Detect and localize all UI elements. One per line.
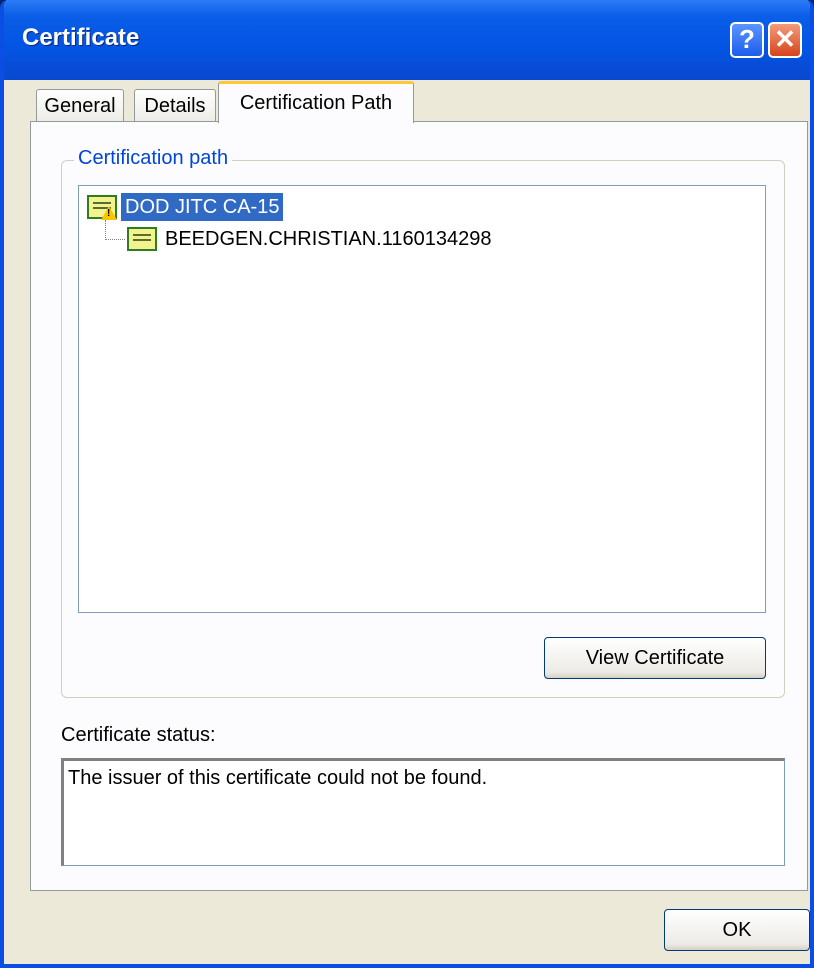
certificate-warning-icon xyxy=(87,195,117,220)
help-button[interactable]: ? xyxy=(730,22,764,58)
certificate-dialog: Certificate ? ✕ General Details Certific… xyxy=(0,0,814,968)
tree-connector xyxy=(105,239,125,240)
tab-panel: Certification path DOD JITC CA-15 BEEDGE… xyxy=(30,121,808,891)
window-title: Certificate xyxy=(22,24,140,51)
title-bar[interactable]: Certificate ? ✕ xyxy=(4,0,810,80)
tab-details[interactable]: Details xyxy=(134,89,216,123)
certificate-status-label: Certificate status: xyxy=(61,724,216,746)
tree-node-root-label: DOD JITC CA-15 xyxy=(121,193,284,221)
certificate-status-box[interactable]: The issuer of this certificate could not… xyxy=(61,758,785,866)
certificate-icon xyxy=(127,227,157,251)
tree-node-root[interactable]: DOD JITC CA-15 xyxy=(87,192,284,222)
tree-node-child-label: BEEDGEN.CHRISTIAN.1160134298 xyxy=(165,228,492,250)
certification-path-group: Certification path DOD JITC CA-15 BEEDGE… xyxy=(61,147,785,698)
certificate-status-text: The issuer of this certificate could not… xyxy=(68,767,488,789)
close-button[interactable]: ✕ xyxy=(768,22,802,58)
tree-node-child[interactable]: BEEDGEN.CHRISTIAN.1160134298 xyxy=(127,224,495,254)
tab-certification-path[interactable]: Certification Path xyxy=(218,81,414,123)
ok-button[interactable]: OK xyxy=(664,909,810,951)
certification-path-tree[interactable]: DOD JITC CA-15 BEEDGEN.CHRISTIAN.1160134… xyxy=(78,185,766,613)
tree-connector xyxy=(105,220,106,240)
tab-general[interactable]: General xyxy=(36,89,124,123)
view-certificate-button[interactable]: View Certificate xyxy=(544,637,766,679)
certification-path-group-label: Certification path xyxy=(74,147,233,170)
